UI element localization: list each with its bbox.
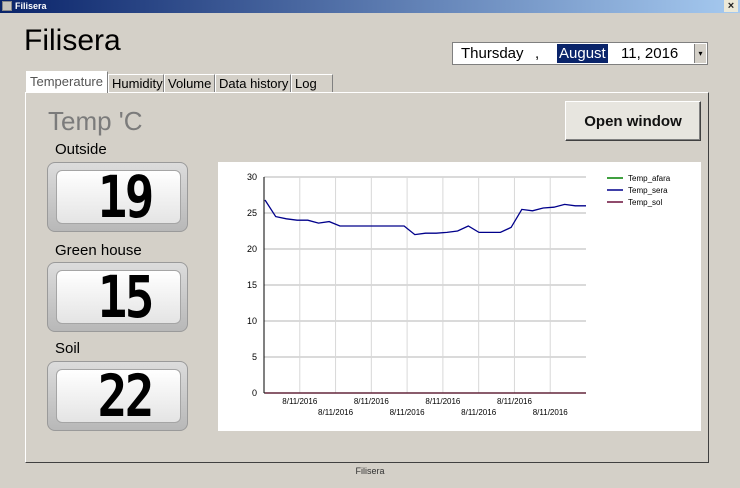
x-tick-label: 8/11/2016 <box>318 408 354 417</box>
date-day-year[interactable]: 11, 2016 <box>621 43 678 64</box>
y-tick-label: 25 <box>247 208 257 218</box>
open-window-button[interactable]: Open window <box>565 101 701 141</box>
y-tick-label: 15 <box>247 280 257 290</box>
x-tick-label: 8/11/2016 <box>282 397 318 406</box>
chart-svg: 3025201510508/11/20168/11/20168/11/20168… <box>247 172 671 417</box>
greenhouse-gauge: 15 <box>47 262 188 332</box>
date-day-name[interactable]: Thursday <box>461 43 524 64</box>
status-bar: Filisera <box>355 466 385 476</box>
date-month[interactable]: August <box>557 44 608 63</box>
soil-gauge: 22 <box>47 361 188 431</box>
app-title: Filisera <box>24 24 121 57</box>
x-tick-label: 8/11/2016 <box>425 397 461 406</box>
close-icon[interactable]: × <box>724 0 738 12</box>
tab-log[interactable]: Log <box>291 74 333 92</box>
tab-volume[interactable]: Volume <box>164 74 215 92</box>
y-tick-label: 10 <box>247 316 257 326</box>
legend-label: Temp_sera <box>628 186 668 195</box>
dropdown-arrow-icon[interactable]: ▾ <box>694 44 706 63</box>
x-tick-label: 8/11/2016 <box>533 408 569 417</box>
soil-label: Soil <box>55 340 81 357</box>
date-separator: , <box>535 45 540 62</box>
y-tick-label: 5 <box>252 352 257 362</box>
window-title: Filisera <box>15 1 47 11</box>
y-tick-label: 20 <box>247 244 257 254</box>
y-tick-label: 0 <box>252 388 257 398</box>
section-heading: Temp 'C <box>48 106 143 136</box>
outside-label: Outside <box>55 141 107 158</box>
legend-label: Temp_sol <box>628 198 662 207</box>
legend-label: Temp_afara <box>628 174 671 183</box>
soil-value: 22 <box>97 362 155 430</box>
x-tick-label: 8/11/2016 <box>354 397 390 406</box>
greenhouse-value: 15 <box>97 263 155 331</box>
app-icon <box>2 1 12 11</box>
x-tick-label: 8/11/2016 <box>497 397 533 406</box>
series-line-temp_sera <box>264 199 586 236</box>
date-picker[interactable]: Thursday , August 11, 2016 ▾ <box>452 42 708 65</box>
x-tick-label: 8/11/2016 <box>461 408 497 417</box>
greenhouse-label: Green house <box>55 242 142 259</box>
temperature-chart: 30 25 20 15 10 5 0 8/11/2016 8/11/2016 8/11/2016 8… <box>218 162 701 431</box>
x-tick-label: 8/11/2016 <box>390 408 426 417</box>
tab-humidity[interactable]: Humidity <box>108 74 164 92</box>
y-tick-label: 30 <box>247 172 257 182</box>
window-titlebar: Filisera × <box>0 0 740 13</box>
outside-value: 19 <box>97 163 155 231</box>
tab-data-history[interactable]: Data history <box>215 74 291 92</box>
outside-gauge: 19 <box>47 162 188 232</box>
tab-temperature[interactable]: Temperature <box>26 71 108 93</box>
